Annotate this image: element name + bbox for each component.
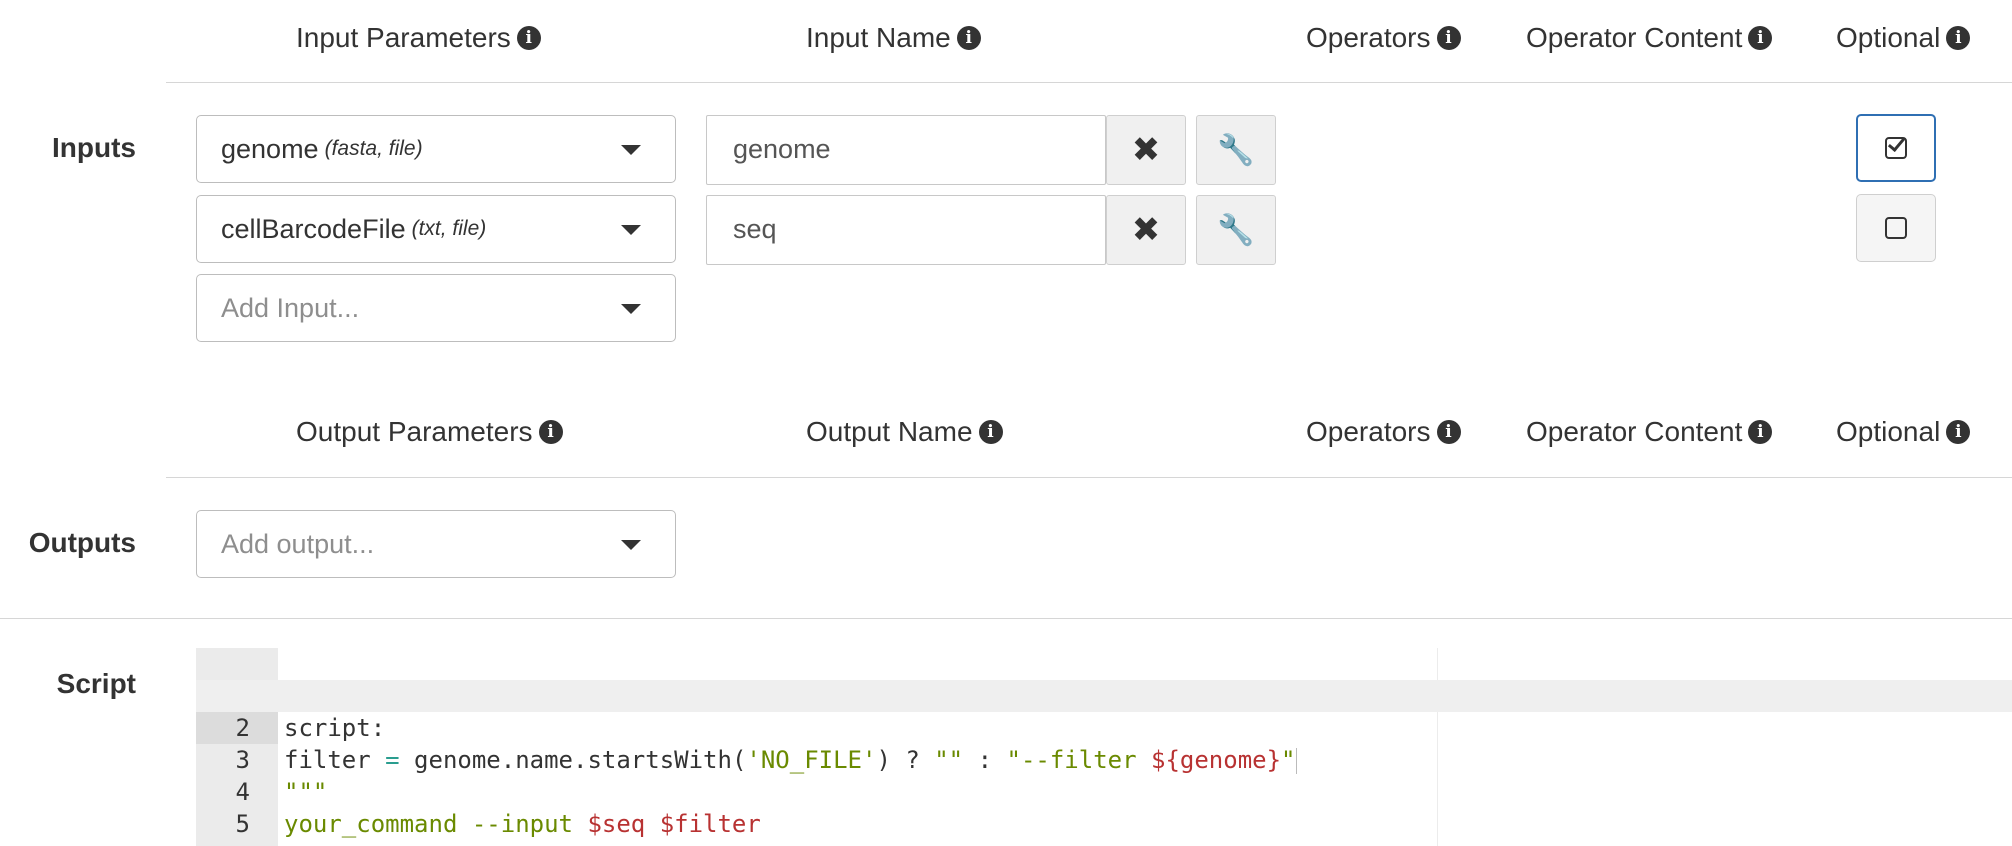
input-param-hint: (fasta, file): [324, 137, 423, 160]
wrench-icon: 🔧: [1217, 213, 1255, 247]
script-editor[interactable]: 1 script: 2 filter = genome.name.startsW…: [196, 648, 2012, 846]
inputs-label: Inputs: [52, 132, 136, 163]
operator-content-header: Operator Content i: [1526, 22, 1773, 54]
output-name-header: Output Name i: [806, 416, 1003, 448]
code-line[interactable]: 1 script:: [196, 648, 2012, 742]
input-param-select-genome[interactable]: genome (fasta, file): [196, 115, 676, 183]
info-circle-icon[interactable]: i: [1748, 420, 1773, 444]
output-optional-header-label: Optional: [1836, 416, 1941, 447]
operator-content-header-label: Operator Content: [1526, 22, 1743, 53]
caret-down-icon: [621, 145, 641, 155]
input-settings-button[interactable]: 🔧: [1196, 115, 1276, 185]
output-parameters-header-label: Output Parameters: [296, 416, 533, 447]
section-divider: [0, 618, 2012, 619]
input-param-select-cellbarcodefile[interactable]: cellBarcodeFile (txt, file): [196, 195, 676, 263]
input-param-hint: (txt, file): [411, 217, 487, 240]
operators-header-label: Operators: [1306, 22, 1431, 53]
info-circle-icon[interactable]: i: [1946, 26, 1971, 50]
code-line[interactable]: 4 your_command --input $seq $filter: [196, 744, 2012, 838]
info-circle-icon[interactable]: i: [516, 26, 541, 50]
output-optional-header: Optional i: [1836, 416, 1971, 448]
checked-checkbox-icon: [1885, 133, 1907, 159]
info-circle-icon[interactable]: i: [1946, 420, 1971, 444]
info-circle-icon[interactable]: i: [1436, 26, 1461, 50]
code-text: """: [284, 840, 327, 846]
input-name-header: Input Name i: [806, 22, 981, 54]
info-circle-icon[interactable]: i: [956, 26, 981, 50]
input-name-header-label: Input Name: [806, 22, 951, 53]
input-name-field[interactable]: seq: [706, 195, 1106, 265]
script-label: Script: [56, 668, 136, 699]
unchecked-checkbox-icon: [1885, 217, 1907, 239]
info-circle-icon[interactable]: i: [538, 420, 563, 444]
remove-input-button[interactable]: ✖: [1106, 115, 1186, 185]
operators-header: Operators i: [1306, 22, 1461, 54]
input-settings-button[interactable]: 🔧: [1196, 195, 1276, 265]
caret-down-icon: [621, 304, 641, 314]
output-name-header-label: Output Name: [806, 416, 973, 447]
close-icon: ✖: [1131, 211, 1161, 249]
output-parameters-header: Output Parameters i: [296, 416, 563, 448]
input-parameters-header: Input Parameters i: [296, 22, 541, 54]
input-parameters-header-label: Input Parameters: [296, 22, 511, 53]
outputs-label: Outputs: [28, 527, 136, 558]
optional-header-label: Optional: [1836, 22, 1941, 53]
info-circle-icon[interactable]: i: [978, 420, 1003, 444]
output-operator-content-header: Operator Content i: [1526, 416, 1773, 448]
line-number: 5: [235, 810, 250, 838]
remove-input-button[interactable]: ✖: [1106, 195, 1186, 265]
output-operators-header: Operators i: [1306, 416, 1461, 448]
output-operators-header-label: Operators: [1306, 416, 1431, 447]
input-param-name: genome: [221, 133, 319, 164]
add-output-select[interactable]: Add output...: [196, 510, 676, 578]
add-input-select[interactable]: Add Input...: [196, 274, 676, 342]
optional-header: Optional i: [1836, 22, 1971, 54]
wrench-icon: 🔧: [1217, 133, 1255, 167]
output-header-divider: [166, 477, 2012, 478]
code-line[interactable]: 5 """: [196, 776, 2012, 846]
add-output-placeholder: Add output...: [221, 528, 375, 559]
caret-down-icon: [621, 540, 641, 550]
optional-toggle-cellbarcodefile[interactable]: [1856, 194, 1936, 262]
code-line-active[interactable]: 2 filter = genome.name.startsWith('NO_FI…: [196, 680, 2012, 774]
caret-down-icon: [621, 225, 641, 235]
input-param-name: cellBarcodeFile: [221, 213, 406, 244]
input-name-field[interactable]: genome: [706, 115, 1106, 185]
close-icon: ✖: [1131, 131, 1161, 169]
code-text: your_command --input $seq $filter: [284, 810, 761, 838]
add-input-placeholder: Add Input...: [221, 292, 360, 323]
info-circle-icon[interactable]: i: [1436, 420, 1461, 444]
code-line[interactable]: 3 """: [196, 712, 2012, 806]
output-operator-content-header-label: Operator Content: [1526, 416, 1743, 447]
optional-toggle-genome[interactable]: [1856, 114, 1936, 182]
input-header-divider: [166, 82, 2012, 83]
info-circle-icon[interactable]: i: [1748, 26, 1773, 50]
